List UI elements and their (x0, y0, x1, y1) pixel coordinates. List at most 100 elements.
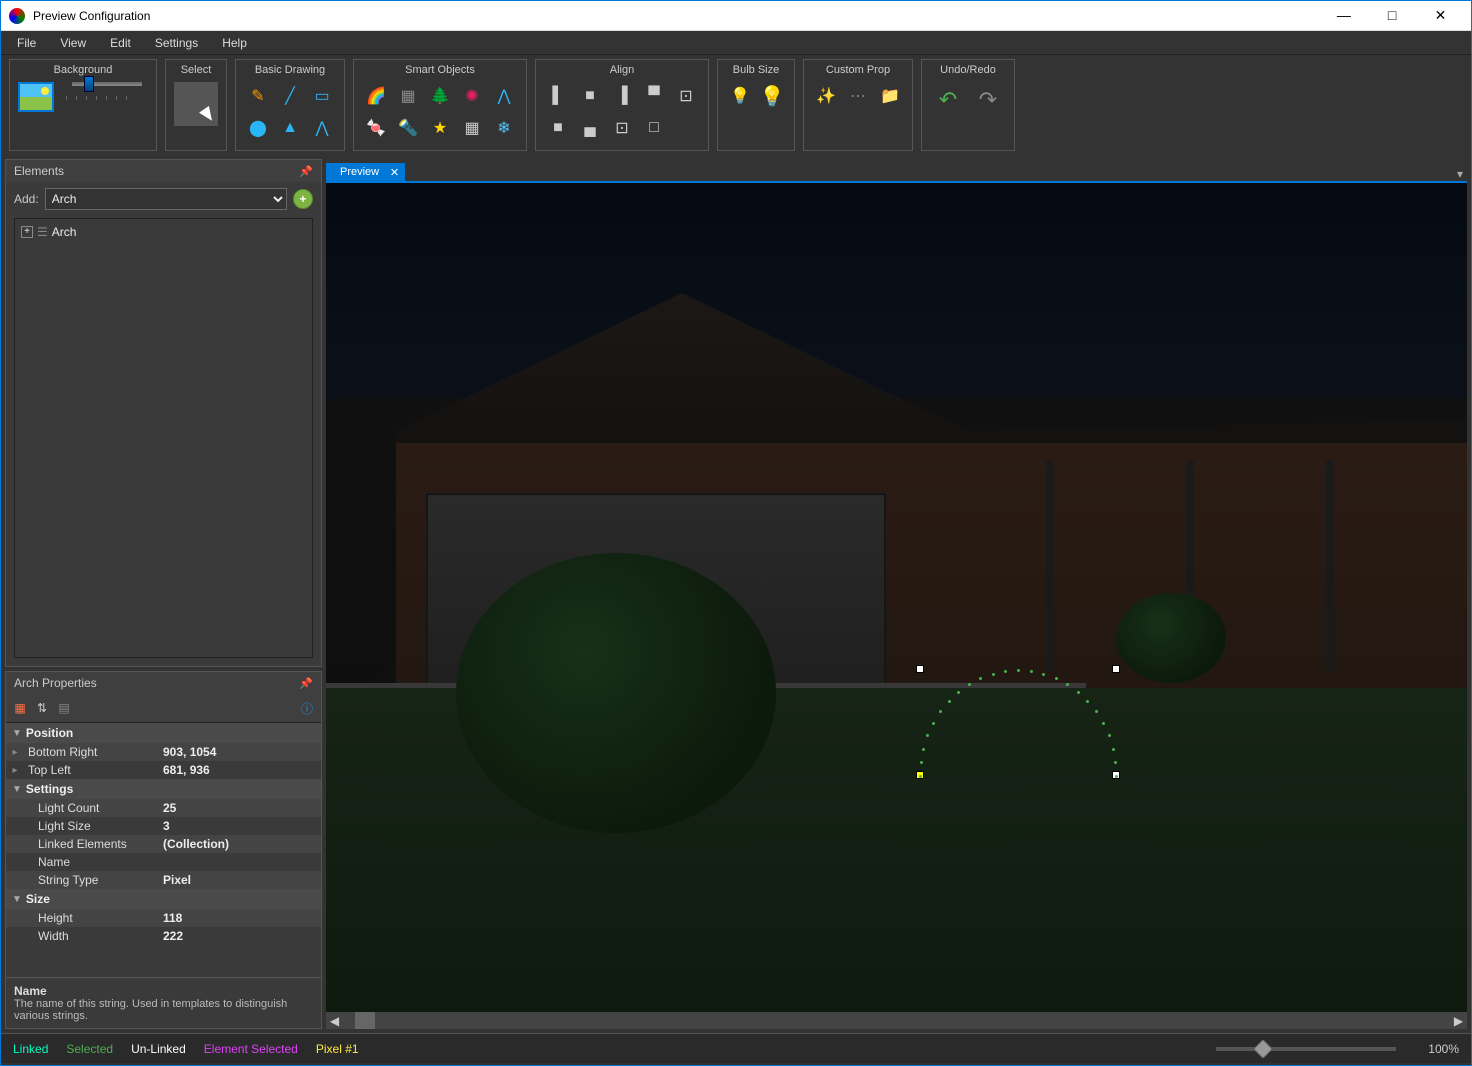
ribbon-group-align: Align ▌ ■ ▐ ▀ ⊡ ■ ▄ ⊡ □ (535, 59, 709, 151)
pages-button[interactable]: ▤ (54, 698, 74, 718)
menu-settings[interactable]: Settings (143, 33, 210, 53)
smart-cane-tool[interactable]: 🍬 (362, 114, 390, 142)
preview-canvas[interactable] (326, 181, 1467, 1012)
align-center-h[interactable]: ■ (576, 82, 604, 110)
chevron-down-icon: ▼ (12, 784, 22, 795)
add-label: Add: (14, 192, 39, 206)
preview-area: Preview ✕ ▾ (326, 155, 1471, 1033)
undo-button[interactable]: ↶ (930, 82, 966, 118)
bush (1116, 593, 1226, 683)
porch-column (1046, 461, 1054, 671)
window-title: Preview Configuration (33, 9, 1321, 23)
tree-grip-icon: ☰ (37, 225, 48, 239)
scroll-right-icon[interactable]: ▶ (1450, 1012, 1467, 1029)
custom-prop-wand[interactable]: ✨ (812, 82, 840, 110)
draw-rectangle-tool[interactable]: ▭ (308, 82, 336, 110)
background-image-button[interactable] (18, 82, 54, 112)
add-element-button[interactable]: + (293, 189, 313, 209)
menu-edit[interactable]: Edit (98, 33, 143, 53)
tree-item-arch[interactable]: + ☰ Arch (19, 223, 308, 241)
ribbon-title-undo: Undo/Redo (940, 62, 996, 80)
align-right[interactable]: ▐ (608, 82, 636, 110)
bulb-larger-button[interactable]: 💡 (758, 82, 786, 110)
align-left[interactable]: ▌ (544, 82, 572, 110)
chevron-down-icon: ▼ (12, 894, 22, 905)
align-bottom[interactable]: ▄ (576, 114, 604, 142)
bush (456, 553, 776, 833)
draw-polyline-tool[interactable]: ⋀ (308, 114, 336, 142)
elements-tree: + ☰ Arch (14, 218, 313, 658)
minimize-button[interactable]: — (1321, 1, 1366, 29)
ribbon-group-bulb: Bulb Size 💡 💡 (717, 59, 795, 151)
handle-top-right[interactable] (1112, 665, 1120, 673)
prop-row-height[interactable]: Height 118 (6, 909, 321, 927)
align-middle[interactable]: ■ (544, 114, 572, 142)
custom-prop-grid[interactable]: ⋯ (844, 82, 872, 110)
prop-category-size[interactable]: ▼ Size (6, 889, 321, 909)
help-icon[interactable]: ⓘ (297, 698, 317, 718)
prop-category-position[interactable]: ▼ Position (6, 723, 321, 743)
horizontal-scrollbar[interactable]: ◀ ▶ (326, 1012, 1467, 1029)
chevron-down-icon: ▼ (12, 728, 22, 739)
smart-tree-tool[interactable]: 🌲 (426, 82, 454, 110)
draw-triangle-tool[interactable]: ▲ (276, 114, 304, 142)
pin-icon[interactable]: 📌 (299, 165, 313, 178)
smart-line-tool[interactable]: ⋀ (490, 82, 518, 110)
distribute-v[interactable]: ⊡ (608, 114, 636, 142)
add-element-select[interactable]: Arch (45, 188, 287, 210)
scroll-left-icon[interactable]: ◀ (326, 1012, 343, 1029)
close-tab-icon[interactable]: ✕ (390, 166, 399, 179)
close-button[interactable]: ✕ (1418, 2, 1463, 30)
property-description: Name The name of this string. Used in te… (6, 977, 321, 1028)
match-size[interactable]: □ (640, 114, 668, 142)
smart-fireworks-tool[interactable]: ✺ (458, 82, 486, 110)
left-panel: Elements 📌 Add: Arch + + ☰ Arch Ar (1, 155, 326, 1033)
zoom-slider[interactable] (1216, 1047, 1396, 1051)
app-icon (9, 8, 25, 24)
background-intensity-slider[interactable] (72, 82, 142, 86)
smart-megatree-tool[interactable]: ▦ (394, 82, 422, 110)
menu-view[interactable]: View (48, 33, 98, 53)
custom-prop-browse[interactable]: 📁 (876, 82, 904, 110)
prop-row-name[interactable]: Name (6, 853, 321, 871)
ribbon-group-smart: Smart Objects 🌈 ▦ 🌲 ✺ ⋀ 🍬 🔦 ★ ▦ ❄ (353, 59, 527, 151)
align-top[interactable]: ▀ (640, 82, 668, 110)
draw-pencil-tool[interactable]: ✎ (244, 82, 272, 110)
prop-row-width[interactable]: Width 222 (6, 927, 321, 945)
statusbar: Linked Selected Un-Linked Element Select… (1, 1033, 1471, 1063)
menu-help[interactable]: Help (210, 33, 259, 53)
pin-icon[interactable]: 📌 (299, 677, 313, 690)
draw-ellipse-tool[interactable]: ⬤ (244, 114, 272, 142)
prop-row-linked-elements[interactable]: Linked Elements (Collection) (6, 835, 321, 853)
ribbon-title-bulb: Bulb Size (733, 62, 779, 80)
prop-category-settings[interactable]: ▼ Settings (6, 779, 321, 799)
sort-button[interactable]: ⇅ (32, 698, 52, 718)
menu-file[interactable]: File (5, 33, 48, 53)
prop-row-light-size[interactable]: Light Size 3 (6, 817, 321, 835)
chevron-right-icon[interactable]: ▸ (6, 743, 24, 761)
smart-icicle-tool[interactable]: ❄ (490, 114, 518, 142)
smart-matrix-tool[interactable]: ▦ (458, 114, 486, 142)
prop-row-string-type[interactable]: String Type Pixel (6, 871, 321, 889)
tree-expander-icon[interactable]: + (21, 226, 33, 238)
draw-line-tool[interactable]: ╱ (276, 82, 304, 110)
smart-spotlight-tool[interactable]: 🔦 (394, 114, 422, 142)
smart-star-tool[interactable]: ★ (426, 114, 454, 142)
prop-row-light-count[interactable]: Light Count 25 (6, 799, 321, 817)
tab-dropdown-icon[interactable]: ▾ (1453, 167, 1467, 181)
preview-tab[interactable]: Preview ✕ (326, 163, 405, 181)
categorize-button[interactable]: ▦ (10, 698, 30, 718)
distribute-h[interactable]: ⊡ (672, 82, 700, 110)
select-tool[interactable] (174, 82, 218, 126)
prop-row-top-left[interactable]: ▸ Top Left 681, 936 (6, 761, 321, 779)
maximize-button[interactable]: □ (1370, 1, 1415, 29)
chevron-right-icon[interactable]: ▸ (6, 761, 24, 779)
prop-row-bottom-right[interactable]: ▸ Bottom Right 903, 1054 (6, 743, 321, 761)
zoom-label: 100% (1428, 1042, 1459, 1056)
redo-button[interactable]: ↷ (970, 82, 1006, 118)
handle-top-left[interactable] (916, 665, 924, 673)
scrollbar-thumb[interactable] (355, 1012, 375, 1029)
slider-ticks (66, 96, 136, 100)
bulb-smaller-button[interactable]: 💡 (726, 82, 754, 110)
smart-arch-tool[interactable]: 🌈 (362, 82, 390, 110)
